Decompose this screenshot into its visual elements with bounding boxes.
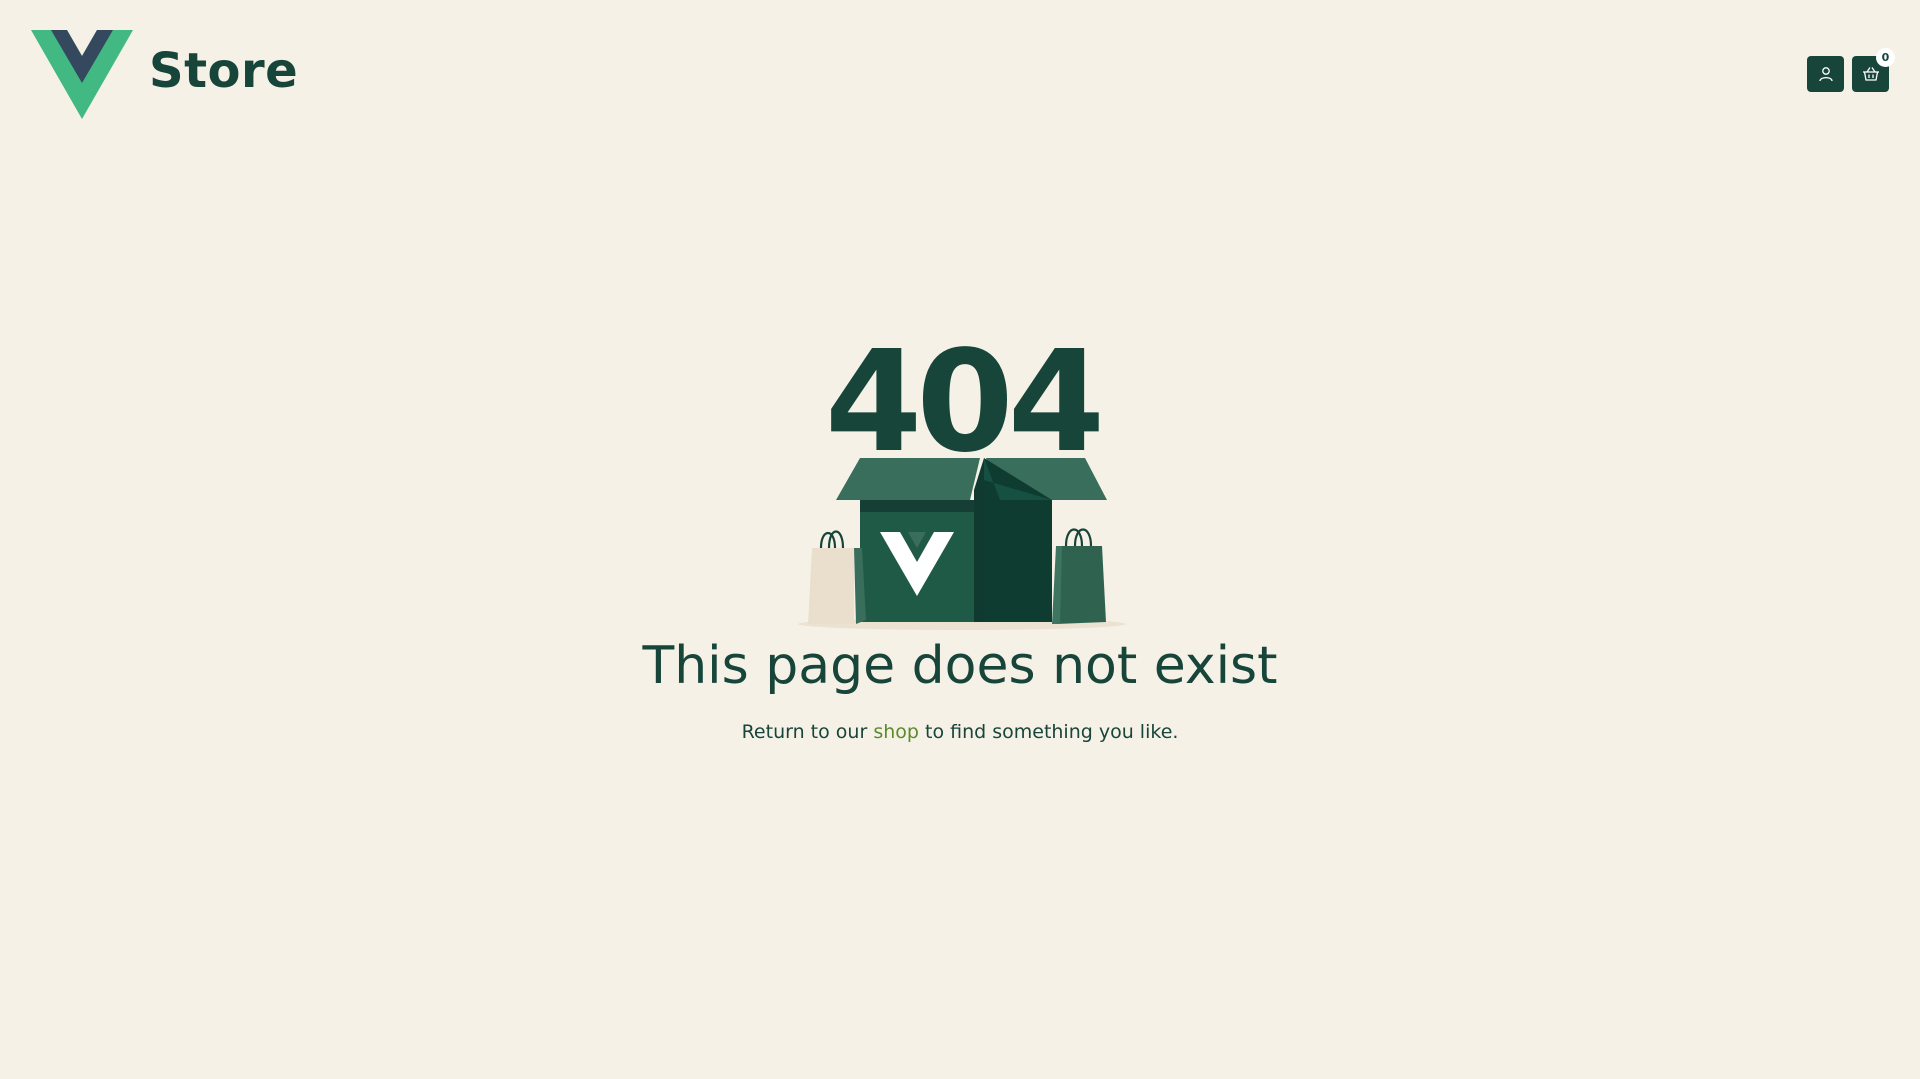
basket-icon: [1862, 67, 1879, 81]
site-header: Store 0: [0, 0, 1920, 150]
help-text-after: to find something you like.: [925, 721, 1179, 744]
store-logo-link[interactable]: Store: [31, 30, 298, 119]
cart-button[interactable]: 0: [1852, 48, 1895, 92]
shop-link[interactable]: shop: [873, 721, 919, 743]
header-actions: 0: [1807, 48, 1895, 92]
page-title: This page does not exist: [642, 636, 1278, 696]
brand-name: Store: [149, 42, 299, 99]
page: Store 0 404 This page does not exist Ret…: [0, 0, 1920, 1079]
user-icon: [1818, 67, 1833, 82]
not-found-content: 404 This page does not exist Return to o…: [0, 321, 1920, 762]
help-text: Return to our shop to find something you…: [742, 721, 1179, 743]
vue-v-logo-icon: [31, 30, 133, 119]
account-button[interactable]: [1807, 56, 1844, 92]
help-text-before: Return to our: [741, 721, 868, 744]
empty-box-illustration: 404: [790, 321, 1130, 630]
open-box-with-bags-icon: 404: [798, 321, 1126, 630]
cart-count-badge: 0: [1876, 48, 1895, 67]
